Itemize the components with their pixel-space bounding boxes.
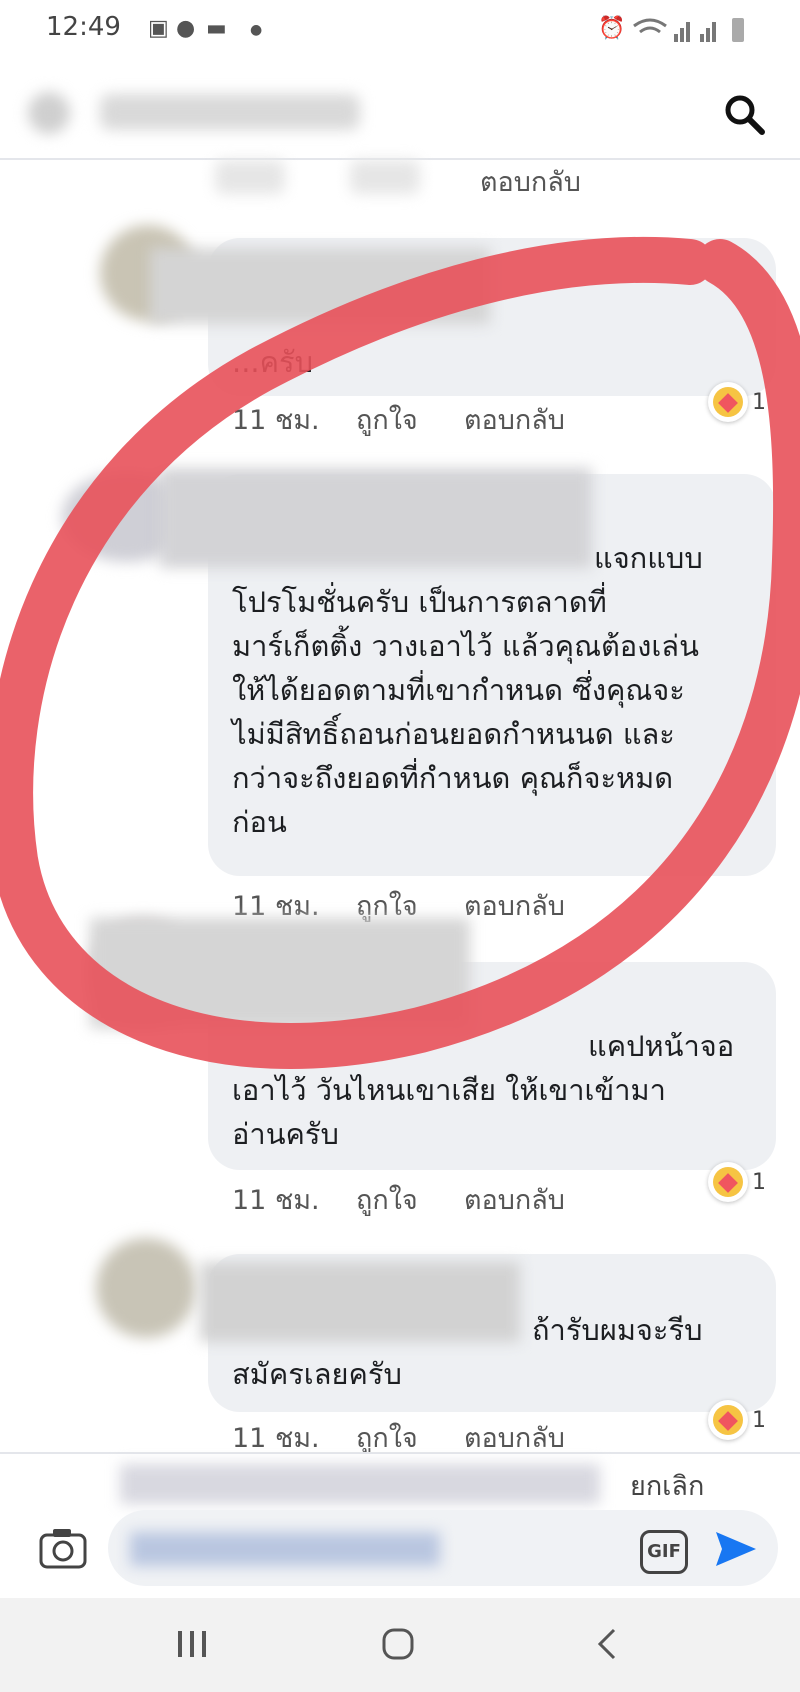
redacted-input-text [130,1532,440,1566]
recent-apps-icon[interactable] [174,1628,210,1660]
gif-button[interactable]: GIF [640,1530,688,1574]
back-nav-icon[interactable] [592,1626,622,1662]
comment-composer: ยกเลิก GIF [0,1452,800,1600]
red-circle-annotation [0,236,800,1069]
android-nav-bar [0,1598,800,1692]
home-icon[interactable] [380,1626,416,1662]
redacted-reply-target [120,1464,600,1504]
camera-icon[interactable] [38,1526,88,1570]
send-icon[interactable] [712,1526,758,1572]
cancel-button[interactable]: ยกเลิก [630,1464,704,1507]
